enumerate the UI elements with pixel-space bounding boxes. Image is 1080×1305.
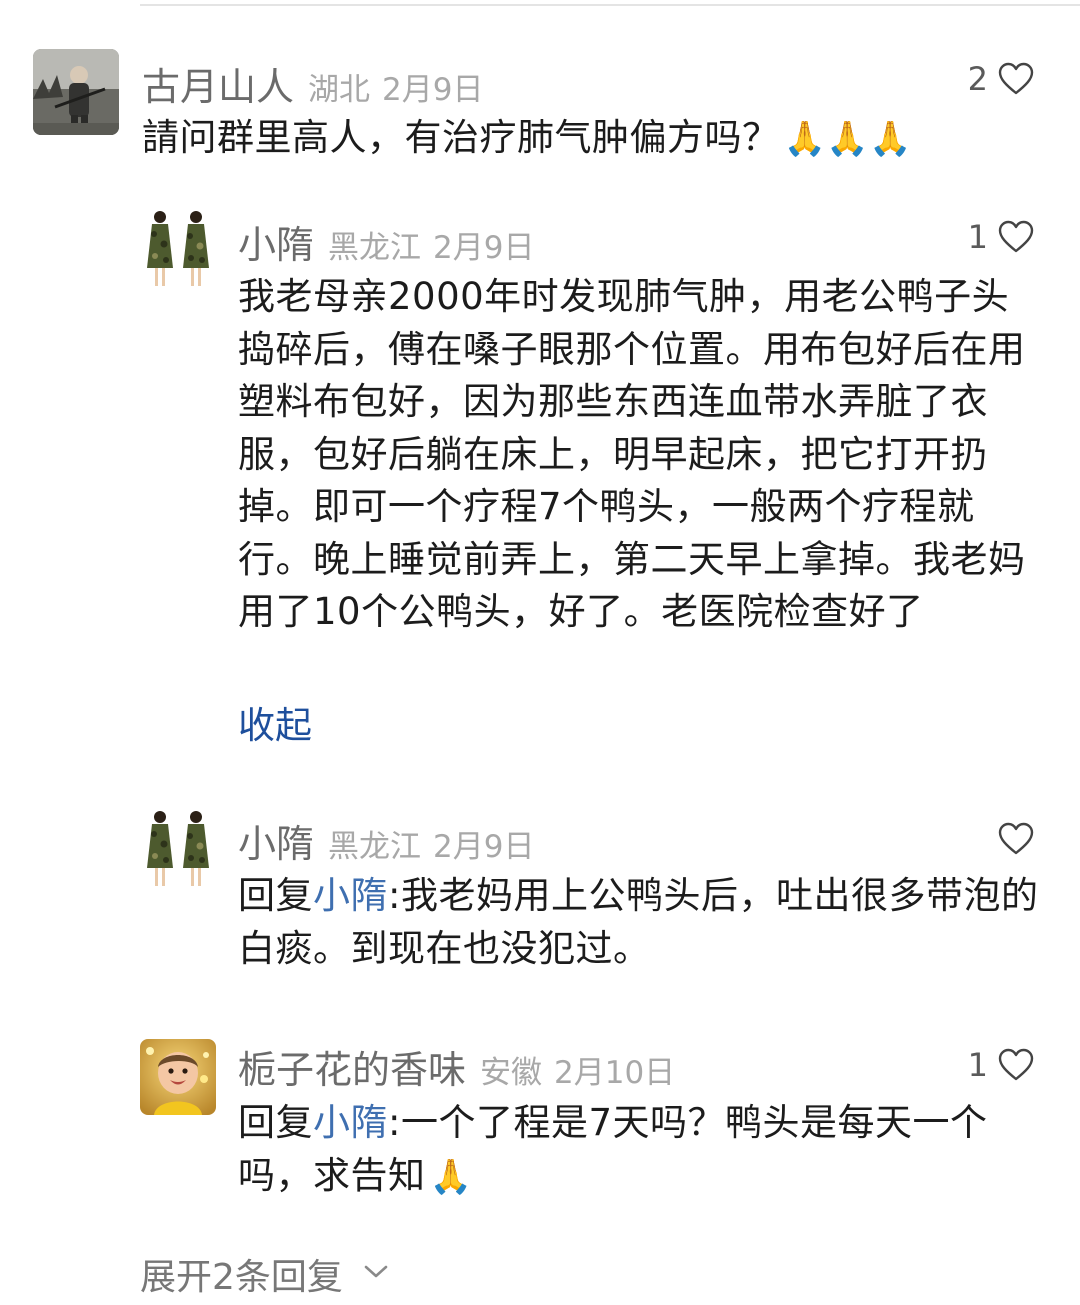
top-divider	[140, 4, 1080, 6]
chevron-down-icon	[363, 1264, 389, 1284]
person-with-rifle-photo-icon	[33, 49, 119, 135]
reply-prefix: 回复	[238, 1101, 313, 1144]
commenter-region: 黑龙江	[328, 230, 422, 266]
like-button[interactable]	[988, 822, 1034, 856]
collapse-link[interactable]: 收起	[238, 695, 312, 749]
avatar[interactable]	[140, 208, 216, 292]
avatar[interactable]	[140, 808, 216, 892]
like-button[interactable]: 1	[968, 1046, 1034, 1084]
commenter-region: 黑龙江	[328, 829, 422, 865]
pray-emoji-icon: 🙏🙏🙏	[783, 119, 913, 159]
reply-to-link[interactable]: 小隋	[313, 1101, 388, 1144]
avatar[interactable]	[33, 49, 119, 135]
like-count: 1	[967, 1046, 988, 1084]
commenter-name[interactable]: 小隋	[238, 813, 314, 868]
commenter-region: 湖北	[308, 72, 371, 108]
reply-prefix: 回复	[238, 874, 313, 917]
comment-date: 2月9日	[382, 72, 484, 108]
two-women-in-camo-dresses-icon	[140, 208, 216, 292]
like-count: 1	[967, 218, 988, 256]
expand-replies-label: 展开2条回复	[140, 1257, 343, 1298]
commenter-name[interactable]: 小隋	[238, 214, 314, 269]
like-count: 2	[967, 60, 988, 98]
like-button[interactable]: 1	[968, 218, 1034, 256]
pray-emoji-icon: 🙏	[429, 1156, 473, 1197]
comment-text: 請问群里高人，有治疗肺气肿偏方吗？ 🙏🙏🙏	[142, 112, 1022, 166]
commenter-name[interactable]: 古月山人	[142, 56, 294, 111]
commenter-region: 安徽	[480, 1055, 543, 1091]
heart-icon	[998, 822, 1034, 856]
avatar[interactable]	[140, 1039, 216, 1115]
heart-icon	[998, 62, 1034, 96]
reply-to-link[interactable]: 小隋	[313, 874, 388, 917]
comment-date: 2月10日	[554, 1055, 676, 1091]
two-women-in-camo-dresses-icon	[140, 808, 216, 892]
comment-text: 我老母亲2000年时发现肺气肿，用老公鸭子头捣碎后，傅在嗓子眼那个位置。用布包好…	[238, 275, 1026, 633]
commenter-name[interactable]: 栀子花的香味	[238, 1039, 466, 1094]
heart-icon	[998, 1048, 1034, 1082]
comment-text: 回复小隋:一个了程是7天吗？鸭头是每天一个吗，求告知 🙏	[238, 1097, 1040, 1203]
comment-text: 回复小隋:我老妈用上公鸭头后，吐出很多带泡的白痰。到现在也没犯过。	[238, 870, 1040, 975]
heart-icon	[998, 220, 1034, 254]
comment-date: 2月9日	[433, 230, 535, 266]
comment-text-content: 請问群里高人，有治疗肺气肿偏方吗？	[142, 116, 780, 159]
expand-replies-button[interactable]: 展开2条回复	[140, 1248, 389, 1300]
comment-date: 2月9日	[433, 829, 535, 865]
smiling-baby-icon	[140, 1039, 216, 1115]
like-button[interactable]: 2	[968, 60, 1034, 98]
